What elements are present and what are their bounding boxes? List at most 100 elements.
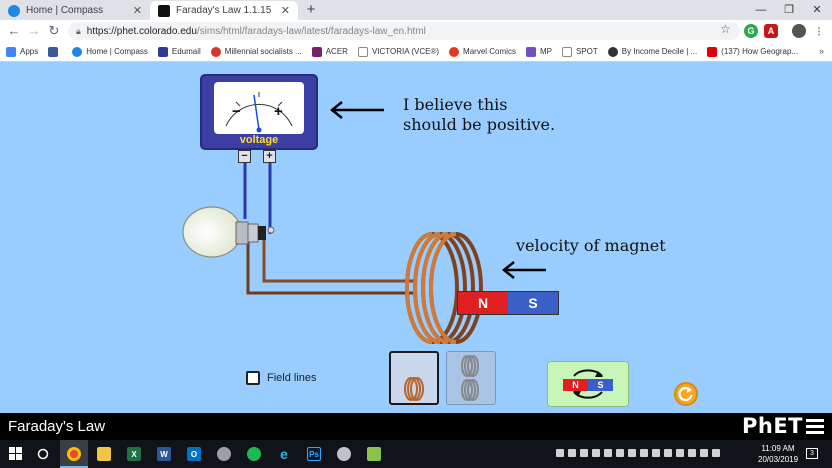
spotify-icon[interactable] [244,444,264,464]
tray-icon[interactable] [568,449,576,457]
one-coil-button[interactable] [389,351,439,405]
bookmark-apps[interactable]: Apps [6,46,38,57]
bookmark-millennial-socialists[interactable]: Millennial socialists ... [210,46,302,57]
tray-icon[interactable] [688,449,696,457]
profile-avatar[interactable] [792,24,806,38]
taskbar-clock[interactable]: 11:09 AM 20/03/2019 [758,443,798,465]
volume-icon[interactable] [712,449,720,457]
phet-favicon-icon [158,4,170,17]
bookmark-marvel-comics[interactable]: Marvel Comics [449,46,516,57]
windows-start-icon[interactable] [6,444,26,464]
tab-faradays-law[interactable]: Faraday's Law 1.1.15 ✕ [150,1,298,20]
voltmeter-dial-face: − + [225,92,293,133]
two-coils-button[interactable] [446,351,496,405]
tab-close-icon[interactable]: ✕ [133,4,142,17]
bookmark-mp[interactable]: MP [525,46,552,57]
outlook-icon[interactable]: O [184,444,204,464]
tray-icon[interactable] [664,449,672,457]
voltmeter-terminal-positive: + [263,150,276,163]
app-green-icon[interactable] [364,444,384,464]
annotation-velocity-note: velocity of magnet [516,236,666,255]
tray-icon[interactable] [592,449,600,457]
annotation-arrow-left-icon [329,101,384,119]
screen: Home | Compass ✕ Faraday's Law 1.1.15 ✕ … [0,0,832,468]
tray-icon[interactable] [616,449,624,457]
field-lines-checkbox[interactable]: Field lines [246,371,317,385]
compass-favicon-icon [8,4,20,17]
tab-close-icon[interactable]: ✕ [281,4,290,17]
photoshop-icon[interactable]: Ps [304,444,324,464]
voltmeter-dial: − + [214,82,304,134]
tray-icon[interactable] [640,449,648,457]
tray-icon[interactable] [556,449,564,457]
reset-all-button[interactable] [674,382,698,406]
browser-toolbar: ← → ↻ 🔒︎ https://phet.colorado.edu/sims/… [0,20,832,42]
coil-loop-front [421,232,449,344]
tray-icon[interactable] [652,449,660,457]
lock-icon: 🔒︎ [76,25,81,36]
page-icon [357,46,368,57]
velocity-arrow-left-icon [501,261,546,279]
file-explorer-icon[interactable] [94,444,114,464]
bookmarks-overflow-button[interactable]: » [819,46,824,56]
reload-button[interactable]: ↻ [46,22,62,40]
clock-date: 20/03/2019 [758,455,799,464]
tray-icon[interactable] [604,449,612,457]
acer-icon [311,46,322,57]
url-host: https://phet.colorado.edu [86,25,197,37]
menu-dots-icon[interactable]: ⋮ [812,24,826,38]
wifi-icon[interactable] [700,449,708,457]
tab-title: Faraday's Law 1.1.15 [176,5,272,16]
annotation-line-1: I believe this [403,95,508,114]
tab-home-compass[interactable]: Home | Compass ✕ [0,1,150,20]
double-coil-icon [461,355,479,401]
flip-magnet-icon: N S [563,379,613,391]
url-path: /sims/html/faradays-law/latest/faradays-… [196,25,426,37]
pdf-extension-icon[interactable]: A [764,24,778,38]
annotation-voltmeter-note: I believe this should be positive. [403,95,555,135]
compass-icon [72,46,83,57]
dial-minus-sign: − [232,103,241,120]
paint-icon[interactable] [334,444,354,464]
new-tab-button[interactable]: + [302,1,320,19]
globe-icon [607,46,618,57]
notification-center-icon[interactable]: 3 [806,448,818,459]
close-window-button[interactable]: ✕ [800,0,832,20]
windows-taskbar: X W O e Ps 11:09 AM 20/03/2019 3 [0,440,832,468]
flip-magnet-button[interactable]: N S [547,361,629,407]
word-icon[interactable]: W [154,444,174,464]
bookmark-income-decile[interactable]: By Income Decile | ... [607,46,697,57]
coil-loop-front [429,232,457,344]
rose-icon [210,46,221,57]
tray-icon[interactable] [580,449,588,457]
address-bar[interactable]: 🔒︎ https://phet.colorado.edu/sims/html/f… [68,22,740,40]
tray-icon[interactable] [628,449,636,457]
sim-title: Faraday's Law [8,418,106,435]
edumail-icon [157,46,168,57]
bookmark-star-icon[interactable]: ☆ [720,22,731,36]
system-tray[interactable] [556,449,724,457]
voltmeter-label: voltage [239,134,279,146]
internet-explorer-icon[interactable]: e [274,444,294,464]
chrome-taskbar-icon[interactable] [64,444,84,464]
phet-menu-icon[interactable] [806,419,824,437]
checkbox-box[interactable] [246,371,260,385]
bookmark-home-compass[interactable]: Home | Compass [72,46,148,57]
back-button[interactable]: ← [6,22,22,40]
bookmark-spot[interactable]: SPOT [561,46,598,57]
lightbulb [182,206,275,258]
bookmark-acer[interactable]: ACER [311,46,348,57]
bookmark-edumail[interactable]: Edumail [157,46,201,57]
bookmark-youtube[interactable]: (137) How Geograp... [707,46,798,57]
forward-button[interactable]: → [26,22,42,40]
phet-logo[interactable]: PhET [742,414,803,438]
apps-grid-icon [6,46,16,57]
search-icon[interactable] [33,444,53,464]
tray-icon[interactable] [676,449,684,457]
excel-icon[interactable]: X [124,444,144,464]
app-icon[interactable] [214,444,234,464]
bookmark-facebook[interactable] [48,46,62,57]
voltmeter: − + voltage [200,74,318,150]
bookmark-victoria-vce[interactable]: VICTORIA (VCE®) [357,46,439,57]
grammarly-extension-icon[interactable]: G [744,24,758,38]
